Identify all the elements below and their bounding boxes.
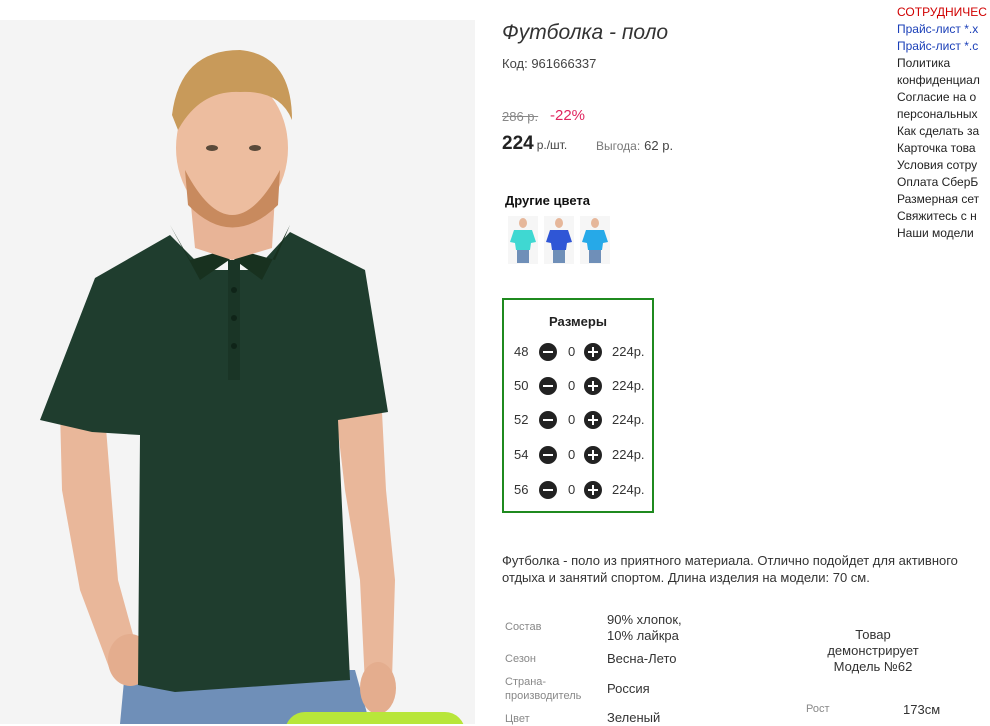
saving: Выгода: 62 р.: [596, 138, 673, 153]
size-row-50: 50 0 224р.: [514, 376, 652, 396]
size-price: 224р.: [612, 447, 645, 462]
quantity-value: 0: [568, 344, 576, 359]
color-swatch-turquoise[interactable]: [508, 216, 538, 264]
tshirt-blue-icon: [546, 218, 572, 263]
model-info: Товар демонстрирует Модель №62: [800, 627, 946, 675]
size-label: 48: [514, 344, 529, 359]
product-description: Футболка - поло из приятного материала. …: [502, 553, 958, 585]
model-info-line: Товар: [855, 627, 891, 642]
minus-icon[interactable]: [539, 343, 557, 361]
side-menu-item-cooperation[interactable]: СОТРУДНИЧЕС: [897, 4, 990, 21]
spec-value-season: Весна-Лето: [607, 651, 677, 666]
side-menu-item-consent-2[interactable]: персональных: [897, 106, 990, 123]
model-height-value: 173см: [903, 702, 941, 717]
discount-badge: -22%: [550, 107, 586, 124]
model-height-label: Рост: [806, 703, 830, 715]
plus-icon[interactable]: [584, 481, 602, 499]
side-menu-item-product-card[interactable]: Карточка това: [897, 140, 990, 157]
spec-label-season: Сезон: [505, 653, 536, 665]
price-value: 224: [502, 133, 534, 154]
minus-icon[interactable]: [539, 377, 557, 395]
size-price: 224р.: [612, 344, 645, 359]
side-menu-item-terms[interactable]: Условия сотру: [897, 157, 990, 174]
size-label: 56: [514, 482, 529, 497]
spec-value-composition: 90% хлопок, 10% лайкра: [607, 612, 682, 643]
plus-icon[interactable]: [584, 377, 602, 395]
sizes-panel: Размеры 48 0 224р. 50 0 224р. 52 0 224р.…: [502, 298, 654, 513]
price-unit: р./шт.: [536, 138, 568, 152]
size-price: 224р.: [612, 412, 645, 427]
side-menu-item-privacy-policy-2[interactable]: конфиденциал: [897, 72, 990, 89]
spec-label-country: Страна- производитель: [505, 676, 582, 702]
side-menu-item-privacy-policy[interactable]: Политика: [897, 55, 990, 72]
size-row-48: 48 0 224р.: [514, 342, 652, 362]
product-photo[interactable]: [0, 20, 475, 724]
plus-icon[interactable]: [584, 446, 602, 464]
size-row-52: 52 0 224р.: [514, 410, 652, 430]
plus-icon[interactable]: [584, 411, 602, 429]
side-menu-item-price-list-xls[interactable]: Прайс-лист *.x: [897, 21, 990, 38]
side-menu-item-price-list-csv[interactable]: Прайс-лист *.c: [897, 38, 990, 55]
spec-label-composition: Состав: [505, 621, 542, 633]
plus-icon[interactable]: [584, 343, 602, 361]
product-title: Футболка - поло: [502, 21, 669, 44]
old-price: 286 р.: [502, 109, 539, 124]
sizes-title: Размеры: [549, 314, 607, 329]
saving-label: Выгода:: [596, 139, 641, 153]
other-colors-title: Другие цвета: [505, 193, 590, 208]
quantity-value: 0: [568, 412, 576, 427]
quantity-value: 0: [568, 447, 576, 462]
side-menu-item-consent[interactable]: Согласие на о: [897, 89, 990, 106]
tshirt-light-blue-icon: [582, 218, 608, 263]
side-menu-item-how-to-order[interactable]: Как сделать за: [897, 123, 990, 140]
size-price: 224р.: [612, 482, 645, 497]
quantity-value: 0: [568, 482, 576, 497]
quantity-value: 0: [568, 378, 576, 393]
minus-icon[interactable]: [539, 411, 557, 429]
model-wearing-polo-image: [0, 20, 475, 724]
color-swatch-light-blue[interactable]: [580, 216, 610, 264]
model-info-line: демонстрирует: [827, 643, 919, 658]
promo-badge[interactable]: [285, 712, 465, 724]
size-label: 52: [514, 412, 529, 427]
product-code: Код: 961666337: [502, 56, 597, 71]
size-price: 224р.: [612, 378, 645, 393]
size-row-54: 54 0 224р.: [514, 445, 652, 465]
model-number: Модель №62: [833, 659, 913, 674]
spec-value-country: Россия: [607, 681, 650, 696]
side-menu-item-contact[interactable]: Свяжитесь с н: [897, 208, 990, 225]
tshirt-turquoise-icon: [510, 218, 536, 263]
price: 224 р./шт.: [502, 133, 567, 155]
size-row-56: 56 0 224р.: [514, 480, 652, 500]
minus-icon[interactable]: [539, 481, 557, 499]
size-label: 54: [514, 447, 529, 462]
size-label: 50: [514, 378, 529, 393]
saving-value: 62 р.: [644, 138, 674, 153]
side-menu-item-size-chart[interactable]: Размерная сет: [897, 191, 990, 208]
side-menu-item-sberbank-payment[interactable]: Оплата СберБ: [897, 174, 990, 191]
color-swatch-blue[interactable]: [544, 216, 574, 264]
minus-icon[interactable]: [539, 446, 557, 464]
side-menu-item-our-models[interactable]: Наши модели: [897, 225, 990, 242]
side-menu: СОТРУДНИЧЕС Прайс-лист *.x Прайс-лист *.…: [897, 4, 990, 242]
